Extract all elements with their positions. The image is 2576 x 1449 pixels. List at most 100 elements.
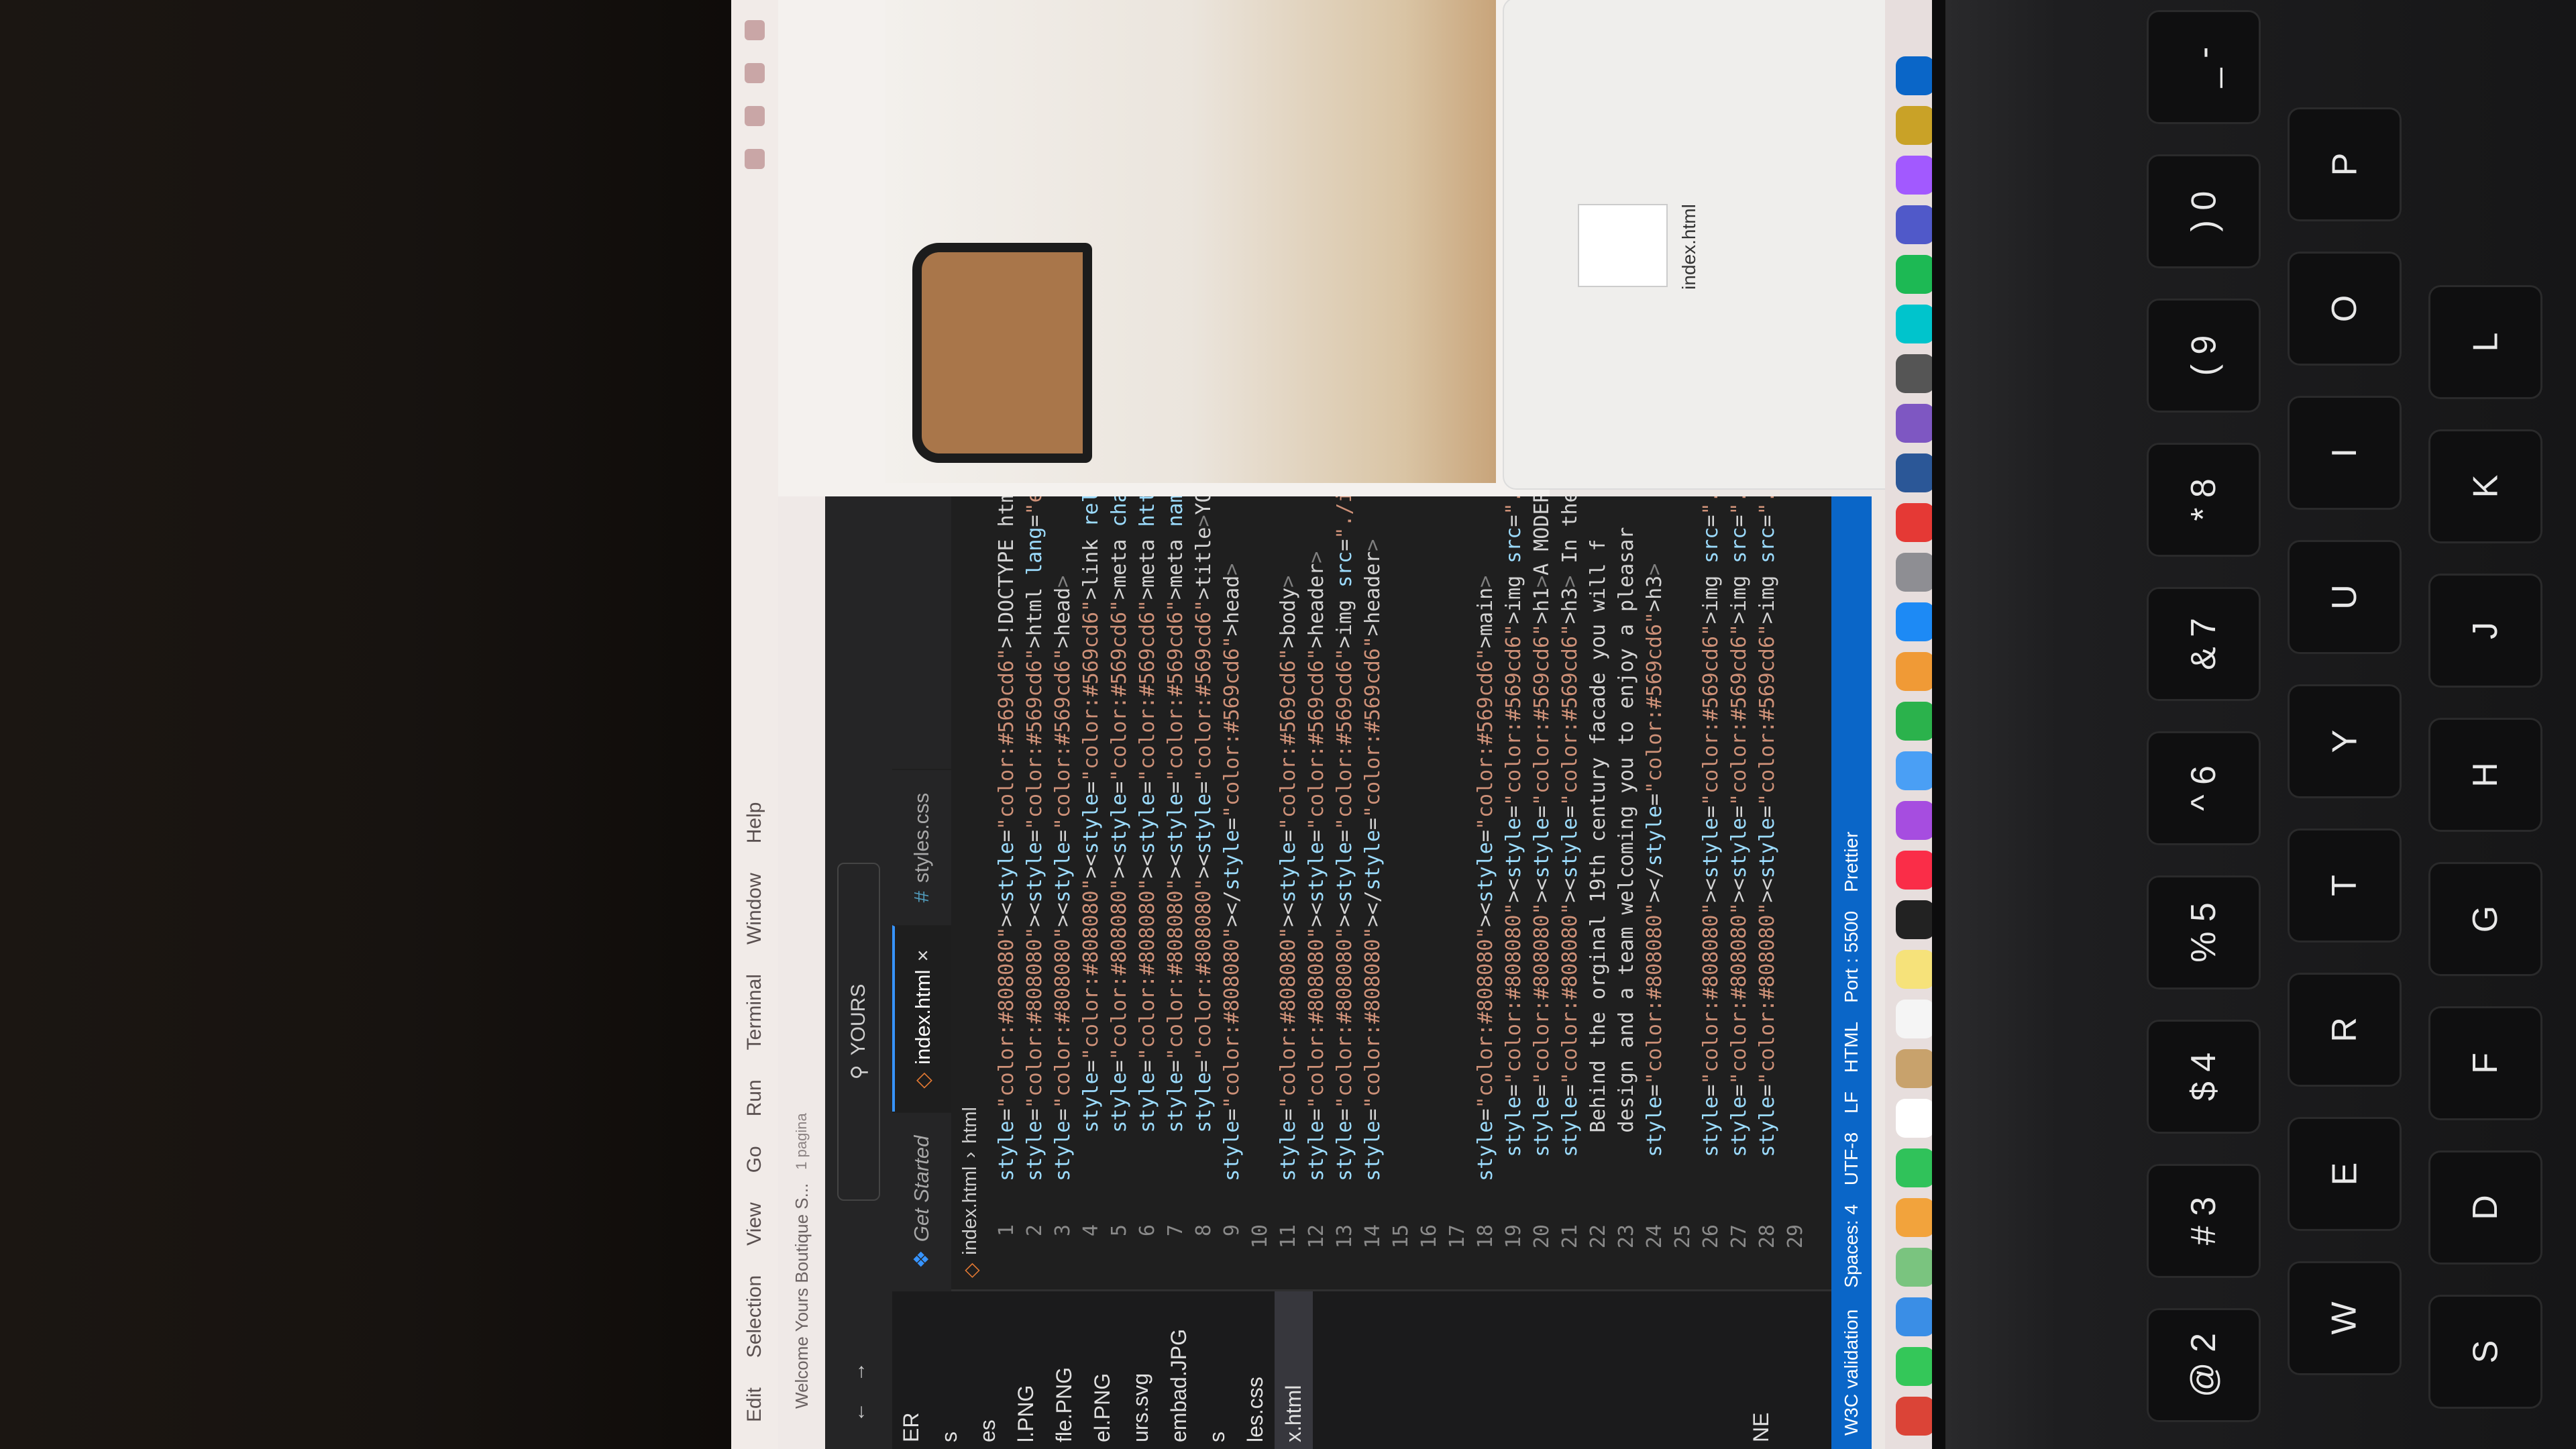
music-icon[interactable] (1896, 851, 1935, 890)
code-line[interactable]: 15 (1387, 496, 1415, 1291)
menu-item-edit[interactable]: Edit (743, 1387, 766, 1422)
app-icon[interactable] (1896, 503, 1935, 542)
key-letter[interactable]: U (2288, 540, 2402, 654)
key-letter[interactable]: W (2288, 1261, 2402, 1375)
code-line[interactable]: 25 (1669, 496, 1697, 1291)
photos-icon[interactable] (1896, 1198, 1935, 1237)
tv-icon[interactable] (1896, 900, 1935, 939)
status-eol[interactable]: LF (1841, 1091, 1862, 1114)
key-letter[interactable]: R (2288, 973, 2402, 1087)
chrome-icon[interactable] (1896, 1397, 1935, 1436)
code-line[interactable]: 1 style="color:#808080"><style="color:#5… (993, 496, 1021, 1291)
calendar-icon[interactable] (1896, 1099, 1935, 1138)
code-line[interactable]: 13 style="color:#808080"><style="color:#… (1331, 496, 1359, 1291)
code-line[interactable]: 11 style="color:#808080"><style="color:#… (1275, 496, 1303, 1291)
explorer-item[interactable]: es (969, 1291, 1007, 1449)
code-line[interactable]: 9 style="color:#808080"></style="color:#… (1218, 496, 1246, 1291)
numbers-icon[interactable] (1896, 702, 1935, 741)
back-arrow-icon[interactable]: ← (847, 1402, 870, 1422)
status-prettier[interactable]: Prettier (1841, 832, 1862, 892)
code-line[interactable]: 26 style="color:#808080"><style="color:#… (1697, 496, 1725, 1291)
code-line[interactable]: 21 style="color:#808080"><style="color:#… (1556, 496, 1585, 1291)
code-line[interactable]: 18 style="color:#808080"><style="color:#… (1472, 496, 1500, 1291)
finder-file-label[interactable]: index.html (1678, 173, 1700, 321)
code-line[interactable]: 5 style="color:#808080"><style="color:#5… (1106, 496, 1134, 1291)
breadcrumb-element[interactable]: html (959, 1107, 983, 1144)
spotify-icon[interactable] (1896, 255, 1935, 294)
code-line[interactable]: 10 (1246, 496, 1275, 1291)
status-spaces[interactable]: Spaces: 4 (1841, 1204, 1862, 1288)
finder-icon[interactable] (1896, 1297, 1935, 1336)
key-number[interactable]: % 5 (2147, 875, 2261, 989)
key-letter[interactable]: K (2428, 429, 2542, 543)
explorer-outline-header[interactable]: NE (1742, 1291, 1780, 1449)
menu-item-help[interactable]: Help (743, 802, 766, 844)
tab-styles-css[interactable]: # styles.css (892, 768, 951, 926)
code-line[interactable]: 28 style="color:#808080"><style="color:#… (1754, 496, 1782, 1291)
canva-icon[interactable] (1896, 305, 1935, 343)
explorer-item-active[interactable]: x.html (1275, 1291, 1313, 1449)
key-letter[interactable]: O (2288, 252, 2402, 366)
key-letter[interactable]: S (2428, 1295, 2542, 1409)
notes-icon[interactable] (1896, 950, 1935, 989)
key-letter[interactable]: E (2288, 1117, 2402, 1231)
tab-get-started[interactable]: ❖ Get Started (892, 1111, 951, 1291)
code-line[interactable]: 20 style="color:#808080"><style="color:#… (1528, 496, 1556, 1291)
forward-arrow-icon[interactable]: → (847, 1362, 870, 1382)
key-letter[interactable]: D (2428, 1150, 2542, 1265)
status-encoding[interactable]: UTF-8 (1841, 1132, 1862, 1185)
menu-item-window[interactable]: Window (743, 873, 766, 945)
word-icon[interactable] (1896, 453, 1935, 492)
key-letter[interactable]: H (2428, 718, 2542, 832)
podcasts-icon[interactable] (1896, 801, 1935, 840)
menu-item-terminal[interactable]: Terminal (743, 974, 766, 1050)
code-line[interactable]: 14 style="color:#808080"></style="color:… (1359, 496, 1387, 1291)
menu-item-run[interactable]: Run (743, 1079, 766, 1116)
menu-item-go[interactable]: Go (743, 1146, 766, 1173)
explorer-item[interactable]: l.PNG (1007, 1291, 1045, 1449)
figma-icon[interactable] (1896, 156, 1935, 195)
status-icon[interactable] (745, 149, 765, 169)
reminders-icon[interactable] (1896, 1000, 1935, 1038)
messages-icon[interactable] (1896, 1347, 1935, 1386)
app-icon[interactable] (1896, 106, 1935, 145)
explorer-item[interactable]: fle.PNG (1045, 1291, 1083, 1449)
tab-index-html[interactable]: ◇ index.html × (892, 925, 951, 1112)
code-line[interactable]: 19 style="color:#808080"><style="color:#… (1500, 496, 1528, 1291)
code-line[interactable]: 27 style="color:#808080"><style="color:#… (1725, 496, 1754, 1291)
key-letter[interactable]: I (2288, 396, 2402, 510)
key-number[interactable]: # 3 (2147, 1164, 2261, 1278)
code-line[interactable]: 7 style="color:#808080"><style="color:#5… (1162, 496, 1190, 1291)
code-line[interactable]: 8 style="color:#808080"><style="color:#5… (1190, 496, 1218, 1291)
key-number[interactable]: & 7 (2147, 587, 2261, 701)
explorer-item[interactable]: les.css (1236, 1291, 1275, 1449)
app-icon[interactable] (1896, 404, 1935, 443)
app-store-icon[interactable] (1896, 602, 1935, 641)
close-icon[interactable]: × (911, 949, 935, 961)
code-line[interactable]: 22 Behind the orginal 19th century facad… (1585, 496, 1613, 1291)
key-letter[interactable]: F (2428, 1006, 2542, 1120)
key-number[interactable]: ( 9 (2147, 299, 2261, 413)
code-line[interactable]: 12 style="color:#808080"><style="color:#… (1303, 496, 1331, 1291)
facetime-icon[interactable] (1896, 1148, 1935, 1187)
pages-icon[interactable] (1896, 652, 1935, 691)
bluetooth-icon[interactable] (745, 63, 765, 83)
html-file-icon[interactable] (1578, 204, 1668, 287)
menu-item-selection[interactable]: Selection (743, 1275, 766, 1358)
code-editor[interactable]: 1 style="color:#808080"><style="color:#5… (993, 496, 1838, 1291)
key-number[interactable]: * 8 (2147, 443, 2261, 557)
key-letter[interactable]: L (2428, 285, 2542, 399)
calculator-icon[interactable] (1896, 354, 1935, 393)
explorer-item[interactable]: el.PNG (1083, 1291, 1122, 1449)
vscode-icon[interactable] (1896, 56, 1935, 95)
code-line[interactable]: 24 style="color:#808080"></style="color:… (1641, 496, 1669, 1291)
key-number[interactable]: ^ 6 (2147, 731, 2261, 845)
contacts-icon[interactable] (1896, 1049, 1935, 1088)
explorer-item[interactable]: urs.svg (1122, 1291, 1160, 1449)
key-letter[interactable]: P (2288, 107, 2402, 221)
status-language[interactable]: HTML (1841, 1022, 1862, 1073)
status-icon[interactable] (745, 106, 765, 126)
command-search[interactable]: ⚲ YOURS (837, 863, 880, 1201)
code-line[interactable]: 4 style="color:#808080"><style="color:#5… (1077, 496, 1106, 1291)
code-line[interactable]: 23 design and a team welcoming you to en… (1613, 496, 1641, 1291)
